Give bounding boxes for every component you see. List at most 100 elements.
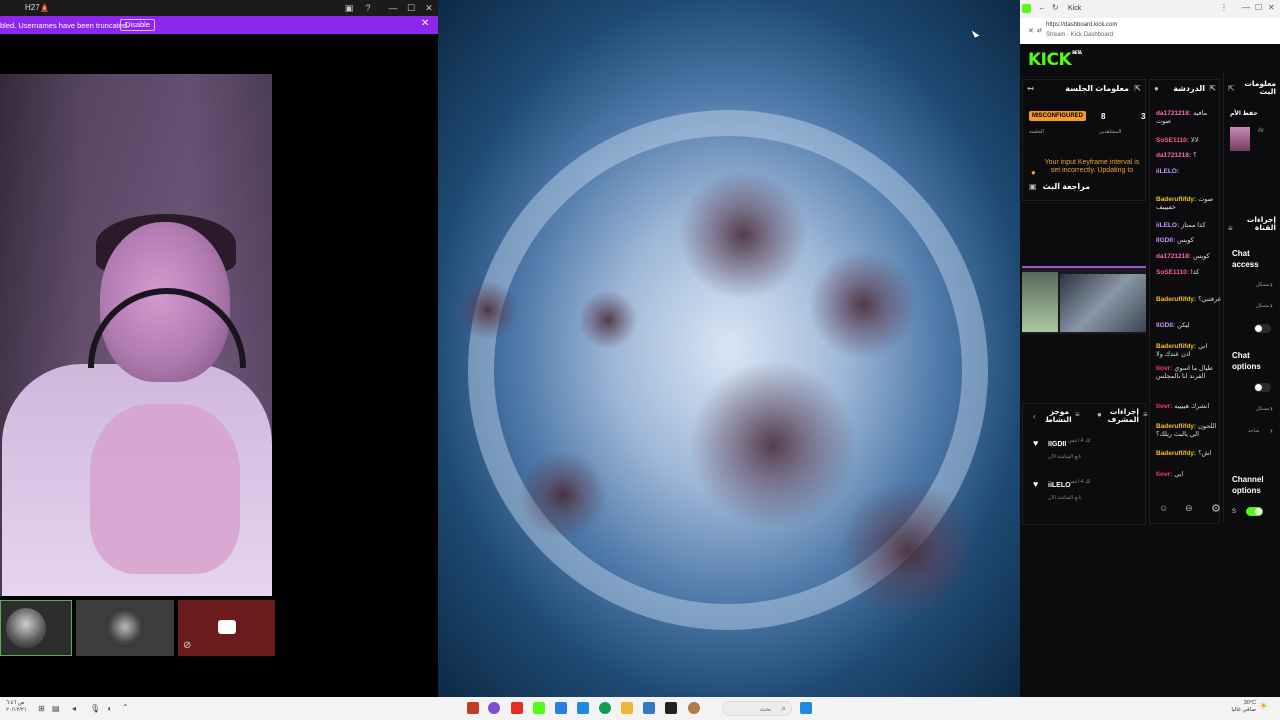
chat-username[interactable]: tiovr: [1156,403,1172,410]
app-icon[interactable] [488,702,500,714]
participant-tile[interactable] [0,600,72,656]
popout-icon[interactable]: ⇱ [1209,84,1216,93]
chat-username[interactable]: SoSE1110: [1156,269,1189,276]
chat-username[interactable]: iiLELO: [1156,222,1179,229]
edge-browser-icon[interactable] [599,702,611,714]
chat-message[interactable]: IIGDII: كويس [1156,237,1216,245]
chat-message[interactable]: tiovr: طيال ما اسوي الفرند انا بالمجلس [1156,365,1216,381]
chat-access-toggle[interactable] [1254,324,1271,333]
youtube-icon[interactable] [511,702,523,714]
popout-icon[interactable]: ⇱ [1134,84,1141,93]
reload-icon[interactable]: ↻ [1052,3,1059,12]
chat-username[interactable]: Baderuflifdy: [1156,296,1196,303]
app-icon[interactable] [688,702,700,714]
chat-access-row-1[interactable]: مسكل [1256,282,1270,288]
taskbar-search[interactable]: بحث ⌕ [722,701,792,716]
chat-options-toggle[interactable] [1254,383,1271,392]
chat-username[interactable]: Baderuflifdy: [1156,196,1196,203]
chat-username[interactable]: SoSE1110: [1156,137,1189,144]
language-icon[interactable]: ⊞ [38,704,45,713]
url-text[interactable]: https://dashboard.kick.com [1046,22,1117,28]
channel-options-toggle[interactable] [1246,507,1263,516]
chat-username[interactable]: tiovr: [1156,471,1172,478]
chat-username[interactable]: IIGDII: [1156,322,1175,329]
close-icon[interactable]: ✕ [423,2,435,14]
wifi-icon[interactable]: ▤ [52,704,60,713]
help-icon[interactable]: ? [362,2,374,14]
chat-message[interactable]: da1721218: كويس [1156,253,1216,261]
chat-username[interactable]: IIGDII: [1156,237,1175,244]
filter-icon[interactable]: ≡ [1075,410,1080,419]
app-icon[interactable] [665,702,677,714]
app-icon[interactable] [643,702,655,714]
emote-icon[interactable]: ☺ [1159,503,1168,513]
panel-expand-icon[interactable]: ↤ [1027,84,1034,93]
activity-username[interactable]: IIGDII [1048,441,1066,448]
participant-tile[interactable] [76,600,174,656]
expand-icon[interactable]: ‹ [1033,412,1036,421]
maximize-icon[interactable]: ☐ [1255,3,1262,12]
chat-message[interactable]: iiLELO: [1156,168,1216,176]
chat-username[interactable]: Baderuflifdy: [1156,450,1196,457]
chevron-right-icon[interactable]: › [1270,426,1273,435]
start-windows-icon[interactable] [800,702,812,714]
address-bar[interactable]: ✕ ⇄ https://dashboard.kick.com Stream - … [1020,18,1280,44]
chat-username[interactable]: da1721218: [1156,110,1191,117]
chat-username[interactable]: tiovr: [1156,365,1172,372]
battery-icon[interactable]: ◑ [106,704,111,713]
close-icon[interactable]: ✕ [1268,3,1275,12]
minimize-icon[interactable]: — [387,2,399,14]
stream-thumbnail[interactable] [1230,127,1250,151]
file-explorer-icon[interactable] [621,702,633,714]
chat-username[interactable]: da1721218: [1156,253,1191,260]
chat-message[interactable]: Baderuflifdy: اني اذن عندك ولا [1156,343,1216,359]
chat-username[interactable]: Baderuflifdy: [1156,423,1196,430]
expand-icon[interactable]: ⇱ [1228,84,1235,93]
chat-options-row-2[interactable]: شاحذ [1248,428,1259,434]
chat-message[interactable]: da1721218: ؟ [1156,152,1216,160]
chat-username[interactable]: Baderuflifdy: [1156,343,1196,350]
chat-message[interactable]: da1721218: مافيه صوت [1156,110,1216,126]
chat-message[interactable]: Baderuflifdy: صوت خفيييف [1156,196,1216,212]
kick-app-icon[interactable] [533,702,545,714]
stream-preview[interactable] [1022,266,1146,334]
maximize-icon[interactable]: ☐ [405,2,417,14]
chevron-right-icon[interactable]: › [1270,301,1273,310]
chat-message[interactable]: SoSE1110: كذا [1156,269,1216,277]
camera-off-tile[interactable]: ⊘ [178,600,275,656]
mic-icon[interactable]: 🎙 [90,704,100,713]
close-icon[interactable]: ✕ [1028,27,1034,35]
kick-logo[interactable]: KICKBETA [1028,50,1082,70]
store-icon[interactable] [577,702,589,714]
minimize-icon[interactable]: — [1242,3,1250,12]
chevron-right-icon[interactable]: › [1270,280,1273,289]
app-icon[interactable] [467,702,479,714]
chat-message[interactable]: Baderuflifdy: اش؟ [1156,450,1216,458]
settings-gear-icon[interactable]: ⚙ [1211,502,1221,515]
mod-menu-icon[interactable]: ≡ [1143,410,1148,419]
chat-message[interactable]: IIGDII: ليكن [1156,322,1216,330]
chat-message[interactable]: tiovr: انشرك هييييه [1156,403,1216,411]
chat-options-row-1[interactable]: مسكل [1256,406,1270,412]
disable-button[interactable]: Disable [120,19,156,31]
chat-message[interactable]: SoSE1110: لالا [1156,137,1216,145]
app-icon[interactable] [555,702,567,714]
chat-message[interactable]: Baderuflifdy: اللحون الي بالبث ريلك؟ [1156,423,1216,439]
tray-overflow-icon[interactable]: ⌃ [122,703,129,712]
banner-close-icon[interactable]: ✕ [421,18,429,29]
chevron-right-icon[interactable]: › [1270,404,1273,413]
chat-access-row-2[interactable]: مسكل [1256,303,1270,309]
chat-username[interactable]: da1721218: [1156,152,1191,159]
chat-message[interactable]: iiLELO: كذا ممتاز [1156,222,1216,230]
chat-message[interactable]: tiovr: ايي [1156,471,1216,479]
browser-tab-title[interactable]: Kick [1068,5,1081,12]
clear-icon[interactable]: ⊖ [1185,503,1193,514]
weather-widget[interactable]: 30°C صافي غالبا [1231,700,1256,714]
site-settings-icon[interactable]: ⇄ [1037,27,1042,34]
chat-message[interactable]: Baderuflifdy: عرفتني؟ [1156,296,1221,304]
volume-icon[interactable]: ◂ [72,704,76,713]
picture-in-picture-icon[interactable]: ▣ [343,2,355,14]
stream-review-row[interactable]: ▣ مراجعة البث [1029,182,1141,191]
system-clock[interactable]: ص ٦:٤٦ ٢٠/١٢/٢١ [6,700,27,714]
menu-dots-icon[interactable]: ⋮ [1220,3,1228,12]
